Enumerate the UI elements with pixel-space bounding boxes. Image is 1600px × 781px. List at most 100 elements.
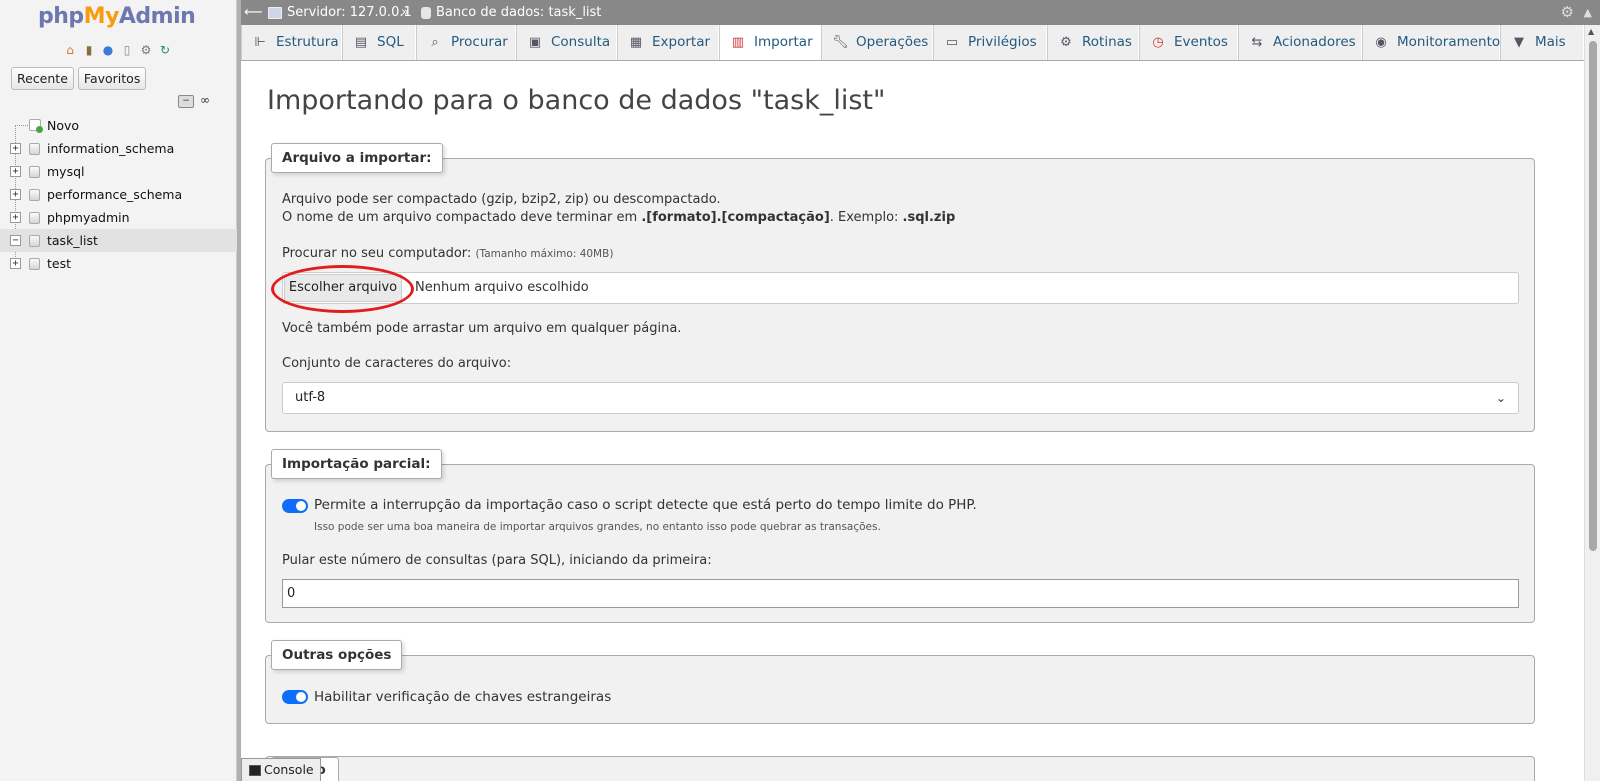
database-icon — [29, 258, 40, 270]
tree-item-label: performance_schema — [47, 187, 183, 202]
tab-exportar[interactable]: ▦ Exportar — [617, 25, 719, 60]
breadcrumb-database[interactable]: Banco de dados: task_list — [421, 0, 601, 25]
phpmyadmin-logo[interactable]: phpMyAdmin — [38, 4, 196, 29]
charset-select[interactable]: utf-8 ⌄ — [282, 382, 1519, 414]
routines-icon: ⚙ — [1060, 35, 1072, 50]
nav-icon-bar: ⌂ ▮ ● ▯ ⚙ ↻ — [62, 42, 173, 58]
tab-label: Eventos — [1174, 34, 1228, 50]
tree-item-label: phpmyadmin — [47, 210, 130, 225]
back-arrow-icon[interactable]: ⟵ — [244, 0, 263, 25]
max-size-note: (Tamanho máximo: 40MB) — [475, 248, 614, 260]
tree-item-test[interactable]: + test — [0, 252, 237, 275]
database-tree: Novo + information_schema + mysql + perf… — [0, 114, 237, 275]
choose-file-button[interactable]: Escolher arquivo — [284, 274, 402, 302]
file-import-legend: Arquivo a importar: — [271, 143, 443, 173]
query-icon: ▣ — [528, 35, 542, 50]
compression-naming-info: O nome de um arquivo compactado deve ter… — [282, 210, 955, 225]
triggers-icon: ⇆ — [1251, 35, 1263, 50]
scroll-up-icon[interactable]: ▲ — [1588, 27, 1594, 36]
gear-icon[interactable]: ⚙ — [1561, 0, 1574, 25]
tab-procurar[interactable]: ⌕ Procurar — [416, 25, 516, 60]
collapse-all-icon[interactable]: − — [178, 95, 194, 108]
tree-item-mysql[interactable]: + mysql — [0, 160, 237, 183]
link-icon[interactable]: ∞ — [197, 94, 213, 108]
skip-queries-input[interactable]: 0 — [282, 579, 1519, 608]
tab-label: Privilégios — [968, 34, 1037, 50]
breadcrumb-server[interactable]: Servidor: 127.0.0.1 — [268, 0, 412, 25]
tab-privilegios[interactable]: ▭ Privilégios — [933, 25, 1047, 60]
allow-interrupt-toggle[interactable] — [282, 499, 308, 513]
tab-label: Exportar — [652, 34, 711, 50]
tab-rotinas[interactable]: ⚙ Rotinas — [1047, 25, 1139, 60]
tab-importar[interactable]: ▥ Importar — [719, 25, 821, 60]
tab-operacoes[interactable]: 🔧︎ Operações — [821, 25, 933, 60]
database-icon — [29, 166, 40, 178]
console-tab[interactable]: Console — [241, 758, 321, 781]
collapse-top-icon[interactable]: ▲ — [1584, 0, 1592, 25]
vertical-scrollbar[interactable]: ▲ — [1584, 25, 1600, 781]
browse-label: Procurar no seu computador: (Tamanho máx… — [282, 246, 613, 261]
new-database-icon — [29, 119, 43, 133]
expand-icon[interactable]: + — [10, 189, 21, 200]
tab-consulta[interactable]: ▣ Consulta — [516, 25, 617, 60]
tree-item-phpmyadmin[interactable]: + phpmyadmin — [0, 206, 237, 229]
collapse-icon[interactable]: − — [10, 235, 21, 246]
page-title: Importando para o banco de dados "task_l… — [267, 85, 886, 116]
expand-icon[interactable]: + — [10, 166, 21, 177]
tab-mais[interactable]: ▼ Mais — [1500, 25, 1584, 60]
logo-admin: Admin — [118, 4, 196, 29]
expand-icon[interactable]: + — [10, 212, 21, 223]
tree-item-label: mysql — [47, 164, 85, 179]
naming-example-label: . Exemplo: — [829, 210, 903, 225]
tab-estrutura[interactable]: ⊩ Estrutura — [241, 25, 342, 60]
tree-item-new[interactable]: Novo — [0, 114, 237, 137]
tab-sql[interactable]: ▤ SQL — [342, 25, 416, 60]
export-icon: ▦ — [629, 35, 643, 50]
database-icon — [29, 235, 40, 247]
chevron-down-icon: ⌄ — [1495, 391, 1506, 405]
breadcrumb-separator: » — [401, 5, 409, 20]
scrollbar-thumb[interactable] — [1589, 41, 1597, 551]
breadcrumb-bar: ⟵ Servidor: 127.0.0.1 » Banco de dados: … — [241, 0, 1600, 25]
eye-icon: ◉ — [1375, 35, 1387, 50]
tree-item-label: task_list — [47, 233, 98, 248]
tree-item-task-list[interactable]: − task_list — [0, 229, 237, 252]
tab-label: Rotinas — [1082, 34, 1132, 50]
caret-down-icon: ▼ — [1514, 35, 1524, 50]
expand-icon[interactable]: + — [10, 143, 21, 154]
tab-acionadores[interactable]: ⇆ Acionadores — [1238, 25, 1362, 60]
expand-icon[interactable]: + — [10, 258, 21, 269]
file-input[interactable]: Escolher arquivo Nenhum arquivo escolhid… — [271, 265, 1519, 313]
help-icon[interactable]: ● — [100, 42, 116, 58]
main-menu: ⊩ Estrutura ▤ SQL ⌕ Procurar ▣ Consulta ▦ Exp… — [241, 25, 1584, 61]
tab-monitoramento[interactable]: ◉ Monitoramento — [1362, 25, 1500, 60]
drag-hint: Você também pode arrastar um arquivo em … — [282, 321, 682, 336]
tab-label: Consulta — [551, 34, 611, 50]
tab-eventos[interactable]: ◷ Eventos — [1139, 25, 1238, 60]
recent-tab[interactable]: Recente — [11, 67, 74, 90]
allow-interrupt-label: Permite a interrupção da importação caso… — [314, 497, 977, 513]
docs-icon[interactable]: ▯ — [119, 42, 135, 58]
favorites-tab[interactable]: Favoritos — [77, 67, 147, 90]
sql-icon: ▤ — [354, 35, 368, 50]
naming-prefix: O nome de um arquivo compactado deve ter… — [282, 210, 642, 225]
database-icon — [29, 212, 40, 224]
foreign-keys-toggle[interactable] — [282, 690, 308, 704]
allow-interrupt-hint: Isso pode ser uma boa maneira de importa… — [314, 521, 881, 533]
reload-icon[interactable]: ↻ — [157, 42, 173, 58]
compression-info: Arquivo pode ser compactado (gzip, bzip2… — [282, 192, 721, 207]
browse-label-text: Procurar no seu computador: — [282, 246, 472, 261]
skip-queries-label: Pular este número de consultas (para SQL… — [282, 553, 712, 568]
exit-icon[interactable]: ▮ — [81, 42, 97, 58]
settings-icon[interactable]: ⚙ — [138, 42, 154, 58]
tab-label: Estrutura — [276, 34, 339, 50]
tree-item-performance-schema[interactable]: + performance_schema — [0, 183, 237, 206]
file-status: Nenhum arquivo escolhido — [415, 280, 589, 295]
home-icon[interactable]: ⌂ — [62, 42, 78, 58]
file-import-section: Arquivo a importar: Arquivo pode ser com… — [265, 143, 1535, 432]
search-icon: ⌕ — [431, 35, 439, 50]
tree-item-information-schema[interactable]: + information_schema — [0, 137, 237, 160]
foreign-keys-label: Habilitar verificação de chaves estrange… — [314, 689, 612, 705]
main-content: Importando para o banco de dados "task_l… — [241, 61, 1584, 781]
logo-php: php — [38, 4, 84, 29]
